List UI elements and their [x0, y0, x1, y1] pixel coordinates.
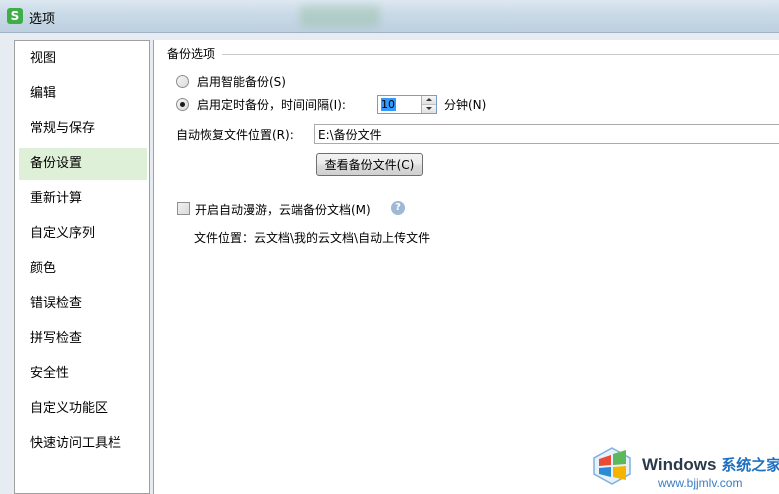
sidebar-item-recalculate[interactable]: 重新计算 [19, 183, 147, 215]
sidebar-item-backup-settings[interactable]: 备份设置 [19, 148, 147, 180]
auto-roaming-checkbox[interactable] [177, 202, 190, 215]
watermark-brand-en: Windows [642, 455, 717, 474]
section-divider [222, 54, 779, 55]
timed-backup-radio[interactable] [176, 98, 189, 111]
sidebar-item-custom-lists[interactable]: 自定义序列 [19, 218, 147, 250]
sidebar-item-edit[interactable]: 编辑 [19, 78, 147, 110]
sidebar-item-view[interactable]: 视图 [19, 43, 147, 75]
spin-up-arrow-icon[interactable] [422, 96, 436, 105]
recovery-location-field[interactable] [314, 124, 779, 144]
window-title: 选项 [29, 12, 56, 27]
sidebar-item-security[interactable]: 安全性 [19, 358, 147, 390]
timed-backup-label[interactable]: 启用定时备份，时间间隔(I): [197, 96, 346, 113]
windows-logo-icon [593, 447, 631, 485]
view-backup-files-button[interactable]: 查看备份文件(C) [316, 153, 423, 176]
backup-settings-panel: 备份选项 启用智能备份(S) 启用定时备份，时间间隔(I): 分钟(N) 自动恢… [153, 40, 779, 494]
app-logo-icon: S [7, 8, 23, 24]
interval-stepper[interactable] [377, 95, 437, 114]
spin-down-arrow-icon[interactable] [422, 105, 436, 113]
sidebar-item-color[interactable]: 颜色 [19, 253, 147, 285]
watermark-url: www.bjjmlv.com [658, 476, 743, 490]
watermark: Windows 系统之家 www.bjjmlv.com [586, 442, 779, 494]
options-sidebar: 视图 编辑 常规与保存 备份设置 重新计算 自定义序列 颜色 错误检查 拼写检查… [14, 40, 150, 494]
smart-backup-label[interactable]: 启用智能备份(S) [197, 73, 286, 90]
interval-unit-label: 分钟(N) [444, 98, 487, 112]
sidebar-item-quick-access-toolbar[interactable]: 快速访问工具栏 [19, 428, 147, 460]
sidebar-item-error-checking[interactable]: 错误检查 [19, 288, 147, 320]
interval-spin-buttons [421, 96, 436, 113]
sidebar-item-general-save[interactable]: 常规与保存 [19, 113, 147, 145]
sidebar-item-customize-ribbon[interactable]: 自定义功能区 [19, 393, 147, 425]
interval-input[interactable] [379, 97, 419, 112]
help-question-icon[interactable]: ? [391, 201, 405, 215]
watermark-brand-cn: 系统之家 [721, 457, 779, 474]
title-bar[interactable]: S 选项 [0, 0, 779, 33]
recovery-location-label: 自动恢复文件位置(R): [176, 128, 294, 142]
file-location-text: 文件位置：云文档\我的云文档\自动上传文件 [194, 231, 431, 245]
sidebar-item-spell-check[interactable]: 拼写检查 [19, 323, 147, 355]
title-bar-blur [300, 5, 380, 27]
watermark-brand: Windows 系统之家 [642, 454, 779, 475]
auto-roaming-label[interactable]: 开启自动漫游，云端备份文档(M) [195, 201, 371, 218]
smart-backup-radio[interactable] [176, 75, 189, 88]
section-title-backup-options: 备份选项 [167, 45, 220, 62]
